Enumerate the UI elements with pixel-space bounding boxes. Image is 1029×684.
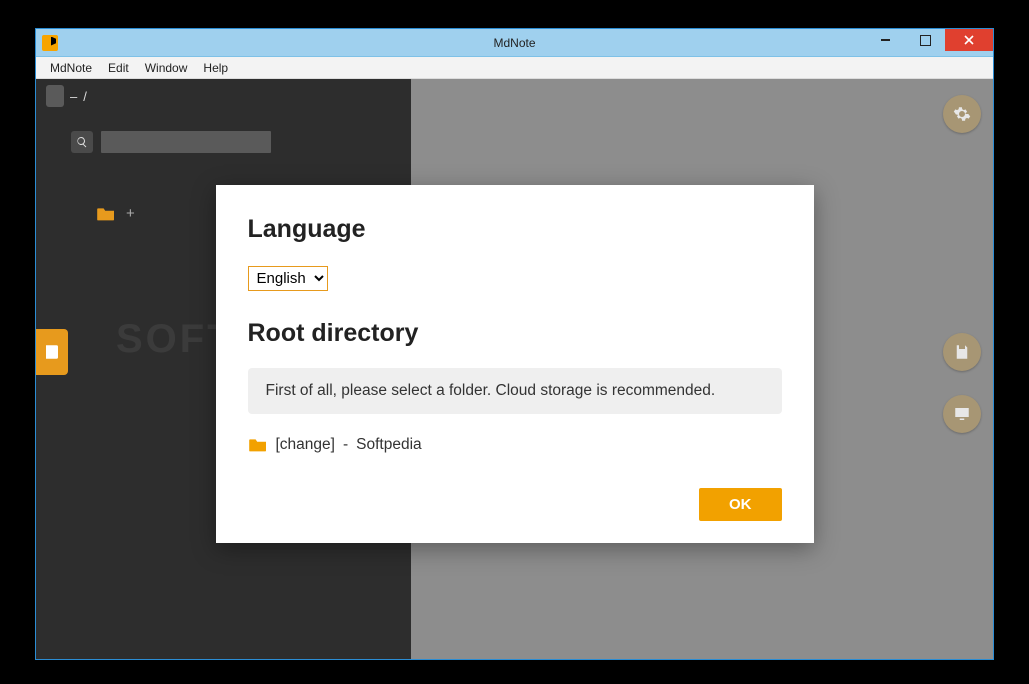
folder-icon [96, 206, 116, 222]
app-window: MdNote MdNote Edit Window Help – / [35, 28, 994, 660]
gear-icon [953, 105, 971, 123]
breadcrumb-icon-box[interactable] [46, 85, 64, 107]
menu-help[interactable]: Help [195, 59, 236, 77]
save-fab[interactable] [943, 333, 981, 371]
language-select[interactable]: English [248, 266, 328, 291]
notes-icon [43, 343, 61, 361]
current-folder-name: Softpedia [356, 436, 422, 454]
search-row [71, 131, 411, 153]
menu-edit[interactable]: Edit [100, 59, 137, 77]
root-directory-heading: Root directory [248, 319, 782, 348]
folder-icon [248, 437, 268, 453]
breadcrumb-minus: – [70, 89, 77, 104]
sidebar-notes-tab[interactable] [36, 329, 68, 375]
menubar: MdNote Edit Window Help [36, 57, 993, 79]
window-controls [865, 29, 993, 51]
preview-fab[interactable] [943, 395, 981, 433]
change-folder-link[interactable]: [change] [276, 436, 335, 454]
search-icon [76, 136, 88, 148]
titlebar: MdNote [36, 29, 993, 57]
search-icon-box[interactable] [71, 131, 93, 153]
search-input[interactable] [101, 131, 271, 153]
window-title: MdNote [36, 36, 993, 50]
menu-window[interactable]: Window [137, 59, 196, 77]
outer-frame: MdNote MdNote Edit Window Help – / [0, 0, 1029, 684]
add-folder-button[interactable]: + [126, 205, 135, 222]
language-heading: Language [248, 215, 782, 244]
menu-mdnote[interactable]: MdNote [42, 59, 100, 77]
breadcrumb: – / [36, 79, 411, 107]
app-icon [42, 35, 58, 51]
settings-fab[interactable] [943, 95, 981, 133]
change-sep: - [343, 436, 348, 454]
settings-modal: Language English Root directory First of… [216, 185, 814, 543]
app-body: – / + [36, 79, 993, 659]
breadcrumb-sep: / [83, 89, 87, 104]
root-directory-row: [change] - Softpedia [248, 436, 782, 454]
minimize-button[interactable] [865, 29, 905, 51]
monitor-icon [953, 405, 971, 423]
maximize-button[interactable] [905, 29, 945, 51]
root-directory-info: First of all, please select a folder. Cl… [248, 368, 782, 414]
close-button[interactable] [945, 29, 993, 51]
close-icon [964, 35, 974, 45]
save-icon [953, 343, 971, 361]
ok-button[interactable]: OK [699, 488, 782, 521]
